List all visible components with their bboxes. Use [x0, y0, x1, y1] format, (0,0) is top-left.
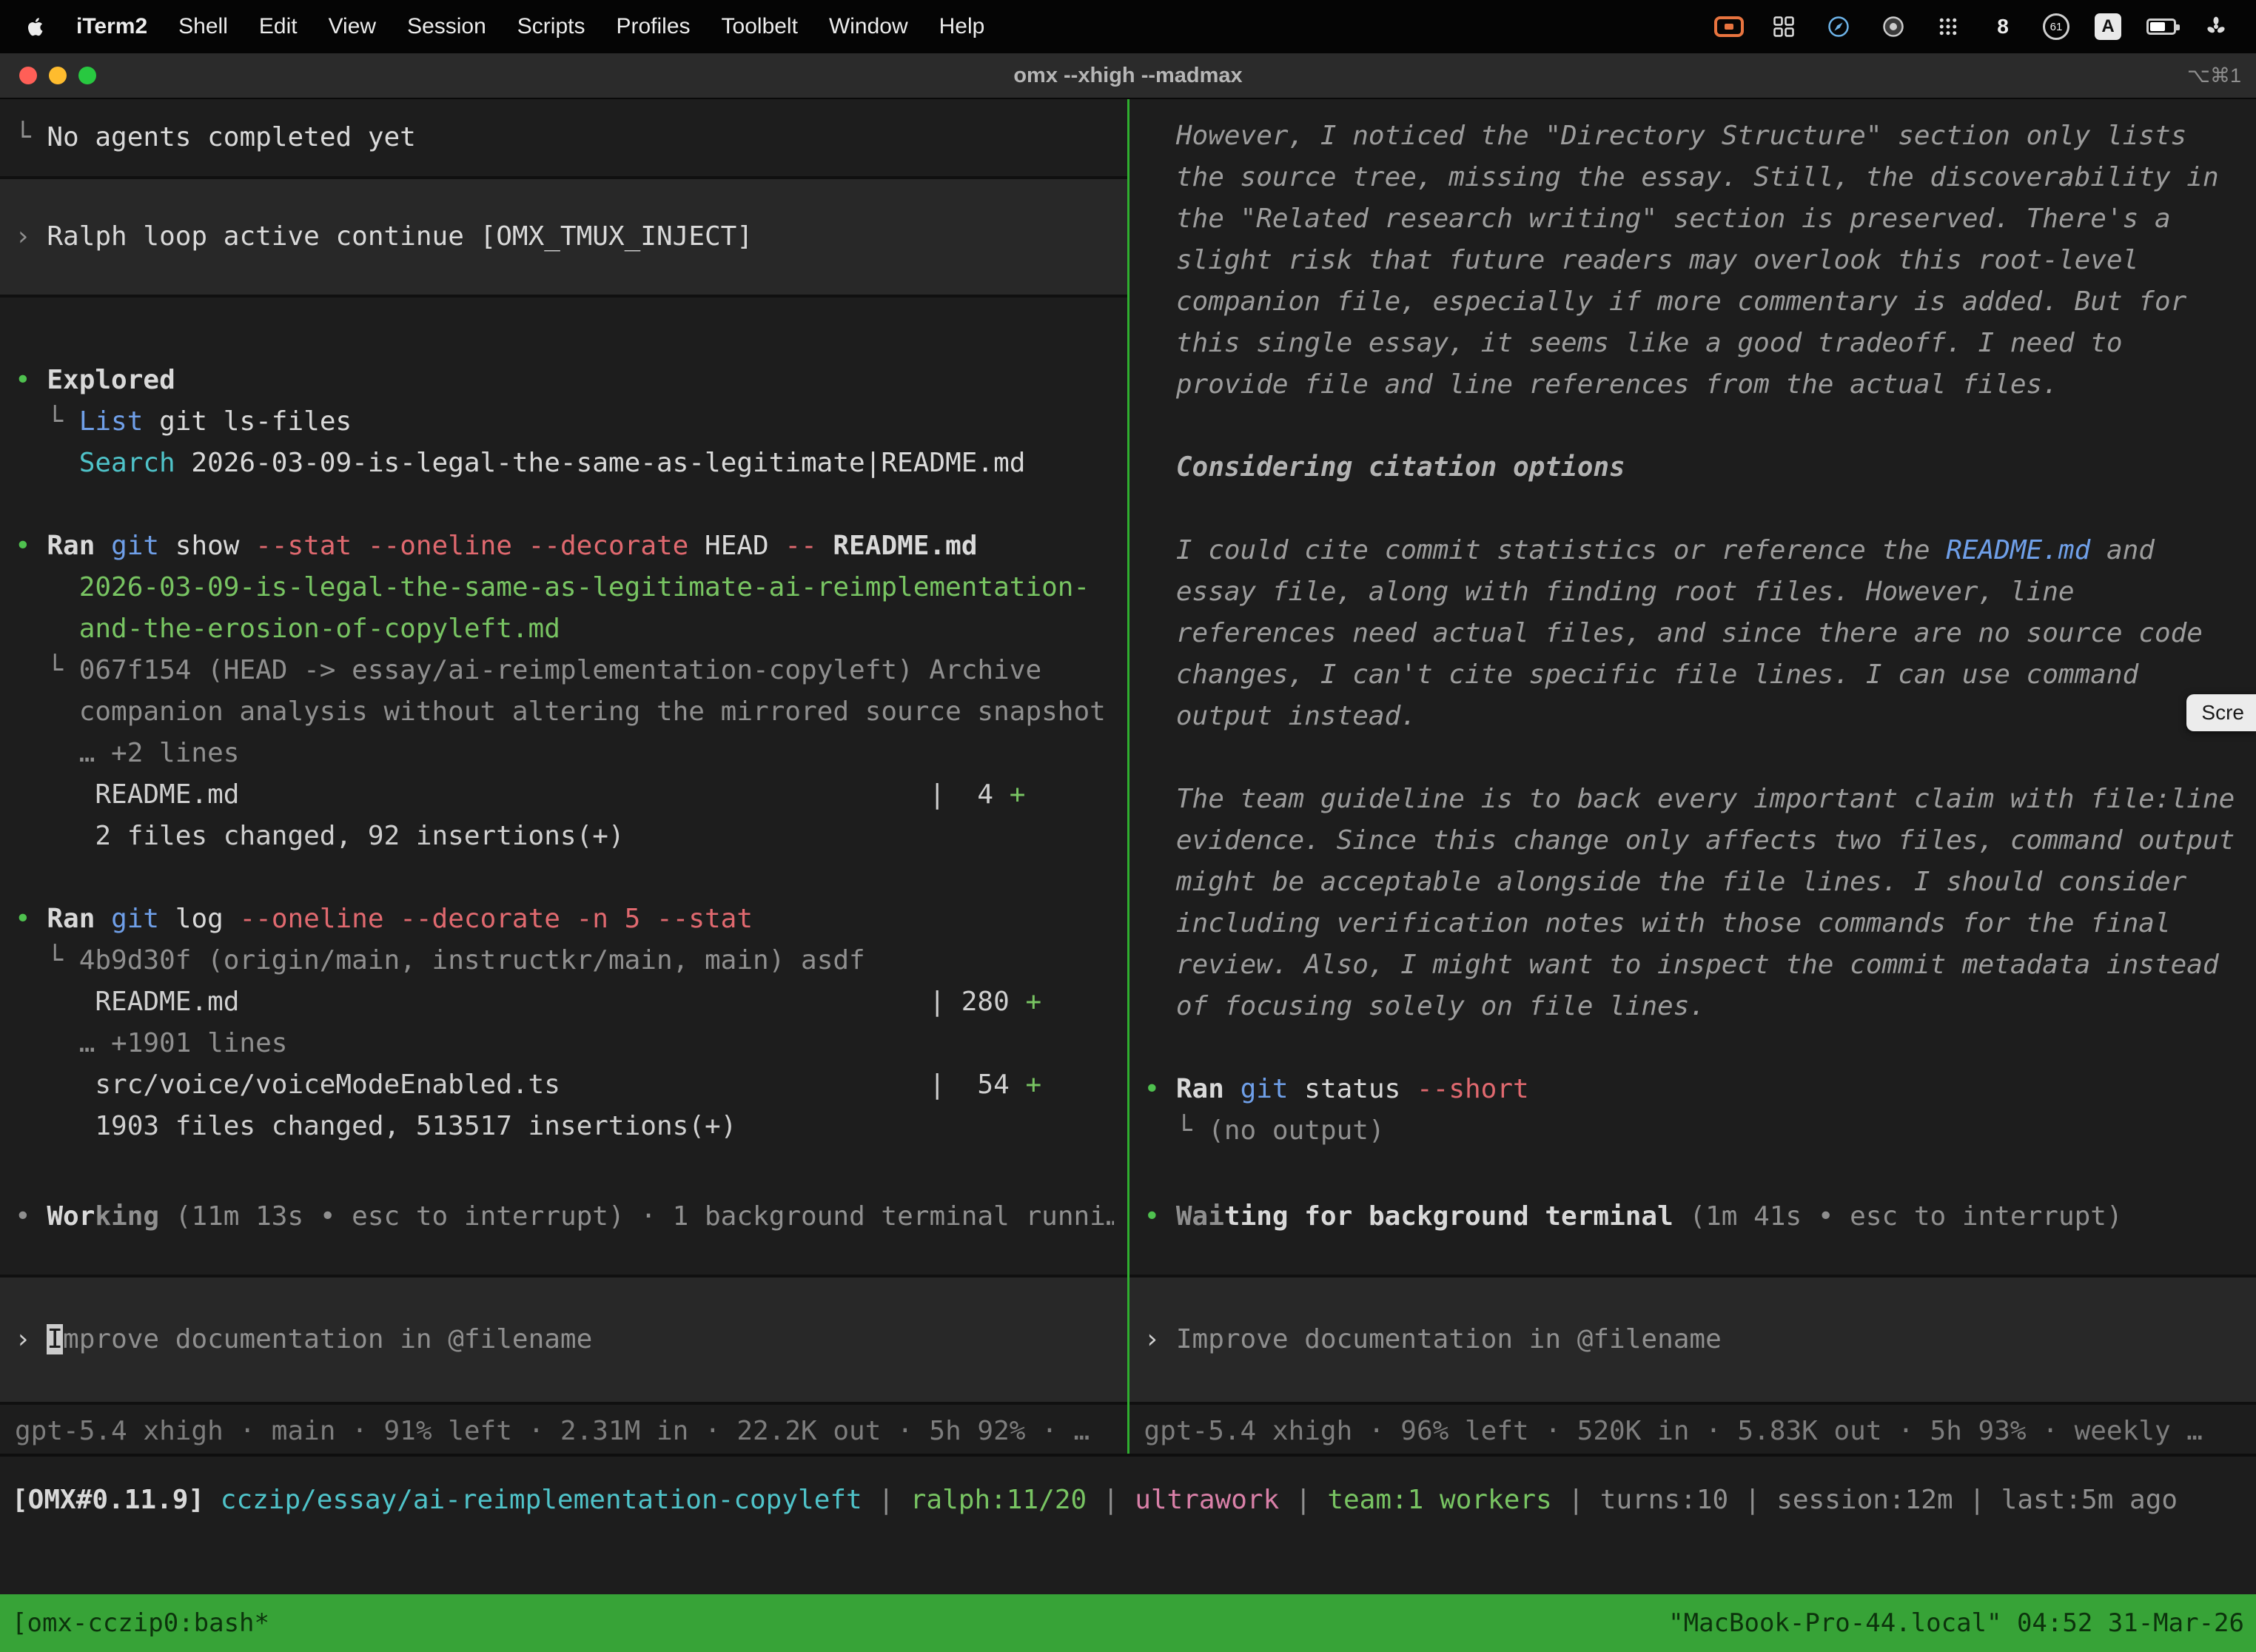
- right-pane: However, I noticed the "Directory Struct…: [1129, 99, 2256, 1454]
- explored-list-line: └ List git ls-files: [15, 401, 1114, 443]
- terminal-area: └ No agents completed yet › Ralph loop a…: [0, 99, 2256, 1454]
- battery-icon[interactable]: [2146, 12, 2176, 41]
- menu-bar: iTerm2 Shell Edit View Session Scripts P…: [0, 0, 2256, 53]
- agents-summary-line: └ No agents completed yet: [0, 99, 1127, 179]
- omx-session-time: session:12m: [1776, 1485, 1953, 1515]
- right-prompt-input[interactable]: › Improve documentation in @filename: [1129, 1275, 2256, 1405]
- right-model-status-line: gpt-5.4 xhigh · 96% left · 520K in · 5.8…: [1129, 1405, 2256, 1454]
- omx-ralph-counter: ralph:11/20: [910, 1485, 1087, 1515]
- git-show-command-line: • Ran git show --stat --oneline --decora…: [15, 526, 1114, 567]
- menu-items: iTerm2 Shell Edit View Session Scripts P…: [18, 14, 1000, 39]
- zoom-window-button[interactable]: [78, 67, 96, 84]
- window-tiles-icon[interactable]: [1769, 12, 1799, 41]
- screen-notification-popup[interactable]: Scre: [2186, 694, 2256, 731]
- omx-version: [OMX#0.11.9]: [12, 1485, 221, 1515]
- menu-bar-status-icons: 8 61 A: [1714, 12, 2238, 41]
- menu-item-profiles[interactable]: Profiles: [600, 14, 705, 39]
- omx-last-activity: last:5m ago: [2001, 1485, 2178, 1515]
- input-source-icon[interactable]: A: [2095, 13, 2121, 40]
- fan-icon[interactable]: [2201, 12, 2231, 41]
- menu-item-view[interactable]: View: [313, 14, 392, 39]
- git-log-stat-line-1: README.md | 280 +: [15, 981, 1114, 1023]
- menu-item-session[interactable]: Session: [392, 14, 502, 39]
- working-status-line: • Working (11m 13s • esc to interrupt) ·…: [15, 1196, 1114, 1238]
- ralph-loop-banner: › Ralph loop active continue [OMX_TMUX_I…: [0, 179, 1127, 298]
- left-pane: └ No agents completed yet › Ralph loop a…: [0, 99, 1127, 1454]
- git-status-command-line: • Ran git status --short: [1144, 1069, 2243, 1110]
- menu-item-help[interactable]: Help: [924, 14, 1001, 39]
- git-status-block: • Ran git status --short └ (no output): [1144, 1069, 2243, 1152]
- apple-menu[interactable]: [18, 16, 61, 38]
- traffic-lights: [0, 67, 96, 84]
- omx-status-bar: [OMX#0.11.9] cczip/essay/ai-reimplementa…: [0, 1454, 2256, 1594]
- menu-item-iterm2[interactable]: iTerm2: [61, 14, 163, 39]
- git-log-stat-line-2: src/voice/voiceModeEnabled.ts | 54 +: [15, 1064, 1114, 1106]
- battery-percent: 61: [2050, 21, 2063, 33]
- browser-compass-icon[interactable]: [1824, 12, 1853, 41]
- tmux-session-window[interactable]: [omx-cczip0:bash*: [12, 1608, 269, 1638]
- readme-link[interactable]: README.md: [1946, 535, 2090, 565]
- title-bar: omx --xhigh --madmax ⌥⌘1: [0, 53, 2256, 99]
- thinking-heading: Considering citation options: [1144, 447, 2243, 488]
- tab-shortcut-label: ⌥⌘1: [2187, 64, 2256, 87]
- omx-worktree-path: cczip/essay/ai-reimplementation-copyleft: [221, 1485, 862, 1515]
- thinking-paragraph-1: However, I noticed the "Directory Struct…: [1144, 115, 2243, 406]
- explored-title-line: • Explored: [15, 360, 1114, 401]
- git-log-commit-line: └ 4b9d30f (origin/main, instructkr/main,…: [15, 940, 1114, 981]
- git-show-summary-line: 2 files changed, 92 insertions(+): [15, 816, 1114, 857]
- thinking-paragraph-2: I could cite commit statistics or refere…: [1144, 530, 2243, 737]
- window-title: omx --xhigh --madmax: [0, 64, 2256, 88]
- git-log-summary-line: 1903 files changed, 513517 insertions(+): [15, 1106, 1114, 1147]
- menu-item-scripts[interactable]: Scripts: [502, 14, 601, 39]
- git-log-block: • Ran git log --oneline --decorate -n 5 …: [15, 899, 1114, 1147]
- git-show-commit-line: └ 067f154 (HEAD -> essay/ai-reimplementa…: [15, 650, 1114, 733]
- dot-grid-icon[interactable]: [1933, 12, 1963, 41]
- left-model-status-line: gpt-5.4 xhigh · main · 91% left · 2.31M …: [0, 1405, 1127, 1454]
- git-show-more-line: … +2 lines: [15, 733, 1114, 774]
- menu-item-window[interactable]: Window: [813, 14, 924, 39]
- left-scrollback: • Explored └ List git ls-files Search 20…: [0, 298, 1127, 1275]
- apple-icon: [25, 16, 47, 38]
- screen-recording-indicator-icon[interactable]: [1714, 12, 1744, 41]
- git-show-stat-line: README.md | 4 +: [15, 774, 1114, 816]
- git-log-command-line: • Ran git log --oneline --decorate -n 5 …: [15, 899, 1114, 940]
- waiting-status-line: • Waiting for background terminal (1m 41…: [1144, 1196, 2243, 1238]
- git-show-block: • Ran git show --stat --oneline --decora…: [15, 526, 1114, 857]
- menu-item-edit[interactable]: Edit: [244, 14, 313, 39]
- battery-gauge-icon[interactable]: 61: [2043, 13, 2069, 40]
- git-status-output-line: └ (no output): [1144, 1110, 2243, 1152]
- explored-search-line: Search 2026-03-09-is-legal-the-same-as-l…: [15, 443, 1114, 484]
- explored-block: • Explored └ List git ls-files Search 20…: [15, 360, 1114, 484]
- figure-eight-icon[interactable]: 8: [1988, 12, 2018, 41]
- menu-item-toolbelt[interactable]: Toolbelt: [706, 14, 813, 39]
- git-show-filename: 2026-03-09-is-legal-the-same-as-legitima…: [15, 567, 1114, 650]
- git-log-more-line: … +1901 lines: [15, 1023, 1114, 1064]
- minimize-window-button[interactable]: [49, 67, 67, 84]
- thinking-paragraph-3: The team guideline is to back every impo…: [1144, 779, 2243, 1027]
- camera-aperture-icon[interactable]: [1879, 12, 1908, 41]
- tmux-status-bar: [omx-cczip0:bash* "MacBook-Pro-44.local"…: [0, 1594, 2256, 1652]
- tmux-host-clock: "MacBook-Pro-44.local" 04:52 31-Mar-26: [1668, 1608, 2244, 1638]
- left-prompt-input[interactable]: › Improve documentation in @filename: [0, 1275, 1127, 1405]
- omx-team-workers: team:1 workers: [1327, 1485, 1551, 1515]
- text-cursor: I: [47, 1324, 63, 1354]
- right-scrollback: However, I noticed the "Directory Struct…: [1129, 99, 2256, 1275]
- omx-turns: turns:10: [1600, 1485, 1728, 1515]
- omx-ultrawork-badge: ultrawork: [1135, 1485, 1279, 1515]
- close-window-button[interactable]: [19, 67, 37, 84]
- menu-item-shell[interactable]: Shell: [163, 14, 244, 39]
